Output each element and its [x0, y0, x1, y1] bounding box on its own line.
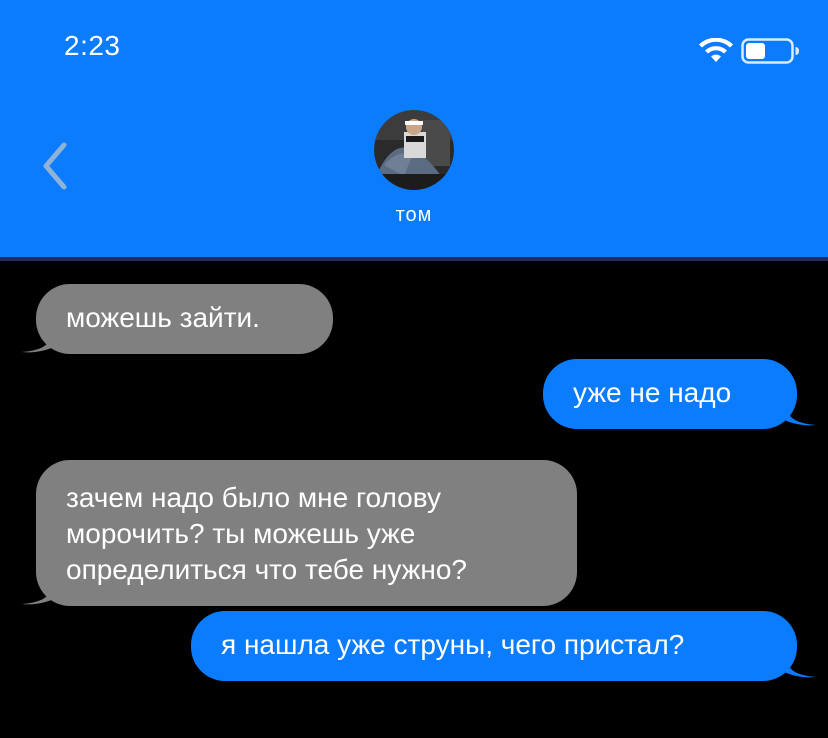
- message-bubble-incoming[interactable]: зачем надо было мне голову морочить? ты …: [36, 460, 577, 606]
- contact-info[interactable]: том: [364, 110, 464, 227]
- message-bubble-incoming[interactable]: можешь зайти.: [36, 284, 333, 354]
- chevron-left-icon: [43, 142, 67, 190]
- wifi-icon: [699, 38, 733, 62]
- message-bubble-outgoing[interactable]: я нашла уже струны, чего пристал?: [191, 611, 797, 681]
- chat-screen: 2:23 том можешь зайти. уже не надо зачем…: [0, 0, 828, 738]
- chat-header: 2:23 том: [0, 0, 828, 257]
- message-text: можешь зайти.: [66, 302, 260, 333]
- header-divider: [0, 257, 828, 261]
- battery-icon: [741, 38, 799, 64]
- message-bubble-outgoing[interactable]: уже не надо: [543, 359, 797, 429]
- contact-name: том: [395, 204, 433, 226]
- message-text: уже не надо: [573, 377, 732, 408]
- message-text-line: определиться что тебе нужно?: [66, 554, 467, 585]
- message-text: я нашла уже струны, чего пристал?: [221, 629, 685, 660]
- status-time: 2:23: [64, 30, 121, 61]
- message-text-line: зачем надо было мне голову: [66, 482, 441, 513]
- back-button[interactable]: [30, 138, 80, 194]
- message-text-line: морочить? ты можешь уже: [66, 518, 416, 549]
- avatar: [374, 110, 454, 190]
